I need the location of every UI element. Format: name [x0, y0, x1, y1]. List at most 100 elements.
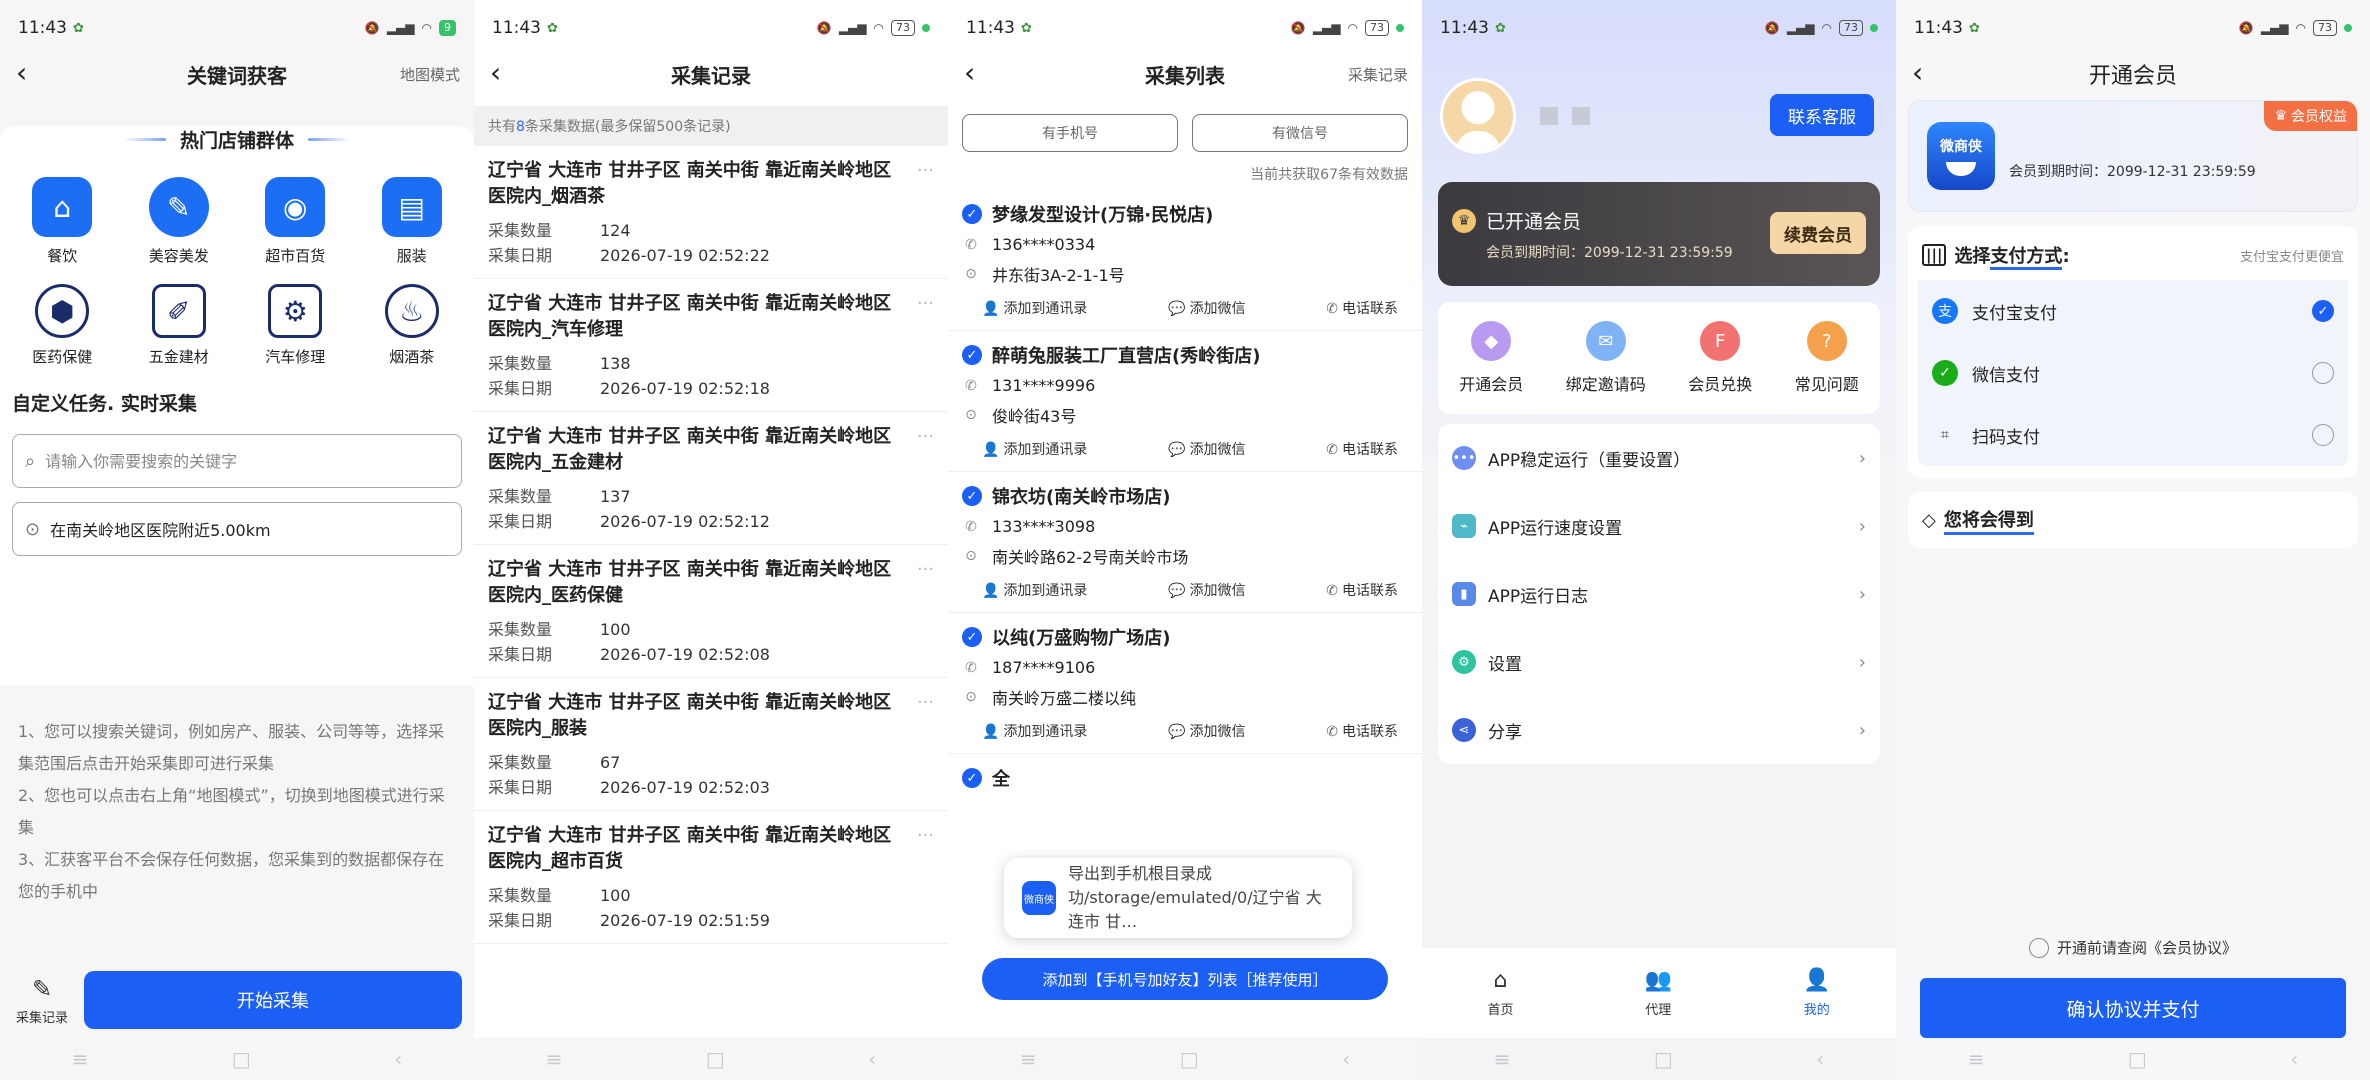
- add-contact-button[interactable]: 👤 添加到通讯录: [982, 580, 1087, 600]
- home-icon[interactable]: □: [232, 1047, 251, 1071]
- nav-header: ‹ 开通会员: [1896, 56, 2370, 92]
- add-wechat-button[interactable]: 💬 添加微信: [1168, 298, 1245, 318]
- more-icon[interactable]: ···: [917, 291, 934, 317]
- record-item[interactable]: 辽宁省 大连市 甘井子区 南关中街 靠近南关岭地区医院内_医药保健 ··· 采集数…: [474, 545, 948, 678]
- back-icon[interactable]: ‹: [964, 58, 975, 88]
- checkbox-checked[interactable]: ✓: [962, 345, 982, 365]
- radio-unselected[interactable]: [2312, 362, 2334, 384]
- record-item[interactable]: 辽宁省 大连市 甘井子区 南关中街 靠近南关岭地区医院内_超市百货 ··· 采集数…: [474, 811, 948, 944]
- menu-icon[interactable]: ≡: [1494, 1047, 1511, 1071]
- tab-mine[interactable]: 👤 我的: [1803, 968, 1830, 1018]
- agreement-row[interactable]: 开通前请查阅《会员协议》: [1896, 937, 2370, 958]
- menu-icon[interactable]: ≡: [72, 1047, 89, 1071]
- category-hardware[interactable]: ✐ 五金建材: [121, 284, 238, 367]
- home-icon[interactable]: □: [1180, 1047, 1199, 1071]
- contact-service-button[interactable]: 联系客服: [1770, 94, 1874, 136]
- category-clothing[interactable]: ▤ 服装: [354, 177, 471, 266]
- add-wechat-button[interactable]: 💬 添加微信: [1168, 580, 1245, 600]
- back-nav-icon[interactable]: ‹: [2290, 1047, 2298, 1071]
- pay-option-wechat[interactable]: ✓ 微信支付: [1918, 342, 2348, 404]
- category-supermarket[interactable]: ◉ 超市百货: [237, 177, 354, 266]
- checkbox-checked[interactable]: ✓: [962, 768, 982, 788]
- vip-rights-tag[interactable]: ♛ 会员权益: [2264, 101, 2357, 131]
- menu-icon[interactable]: ≡: [1968, 1047, 1985, 1071]
- add-contact-button[interactable]: 👤 添加到通讯录: [982, 298, 1087, 318]
- radio-unselected[interactable]: [2312, 424, 2334, 446]
- menu-icon[interactable]: ≡: [1020, 1047, 1037, 1071]
- filter-has-phone[interactable]: 有手机号: [962, 114, 1178, 152]
- add-contact-button[interactable]: 👤 添加到通讯录: [982, 721, 1087, 741]
- pay-option-scan[interactable]: ⌗ 扫码支付: [1918, 404, 2348, 466]
- nav-header: ‹ 采集列表 采集记录: [948, 56, 1422, 92]
- record-item[interactable]: 辽宁省 大连市 甘井子区 南关中街 靠近南关岭地区医院内_汽车修理 ··· 采集数…: [474, 279, 948, 412]
- call-button[interactable]: ✆ 电话联系: [1326, 580, 1398, 600]
- more-icon[interactable]: ···: [917, 158, 934, 184]
- checkbox-checked[interactable]: ✓: [962, 204, 982, 224]
- records-link[interactable]: 采集记录: [1348, 64, 1408, 85]
- more-icon[interactable]: ···: [917, 424, 934, 450]
- back-nav-icon[interactable]: ‹: [868, 1047, 876, 1071]
- add-wechat-button[interactable]: 💬 添加微信: [1168, 439, 1245, 459]
- renew-vip-button[interactable]: 续费会员: [1770, 212, 1866, 254]
- menu-icon[interactable]: ≡: [546, 1047, 563, 1071]
- back-nav-icon[interactable]: ‹: [1342, 1047, 1350, 1071]
- keyword-search-box[interactable]: ⌕: [12, 434, 462, 488]
- agreement-text[interactable]: 开通前请查阅《会员协议》: [2057, 937, 2237, 958]
- tab-home[interactable]: ⌂ 首页: [1488, 968, 1514, 1018]
- tab-agent[interactable]: 👥 代理: [1645, 968, 1672, 1018]
- quick-redeem[interactable]: F 会员兑换: [1688, 321, 1752, 395]
- add-wechat-button[interactable]: 💬 添加微信: [1168, 721, 1245, 741]
- menu-stable-run[interactable]: ••• APP稳定运行（重要设置） ›: [1438, 424, 1880, 492]
- call-button[interactable]: ✆ 电话联系: [1326, 298, 1398, 318]
- map-mode-link[interactable]: 地图模式: [400, 64, 460, 85]
- more-icon[interactable]: ···: [917, 690, 934, 716]
- menu-speed-settings[interactable]: ⌁ APP运行速度设置 ›: [1438, 492, 1880, 560]
- call-button[interactable]: ✆ 电话联系: [1326, 439, 1398, 459]
- record-item[interactable]: 辽宁省 大连市 甘井子区 南关中街 靠近南关岭地区医院内_烟酒茶 ··· 采集数量…: [474, 146, 948, 279]
- category-tobacco-tea[interactable]: ♨ 烟酒茶: [354, 284, 471, 367]
- home-icon[interactable]: □: [2128, 1047, 2147, 1071]
- checkbox-checked[interactable]: ✓: [962, 486, 982, 506]
- category-auto-repair[interactable]: ⚙ 汽车修理: [237, 284, 354, 367]
- more-icon[interactable]: ···: [917, 557, 934, 583]
- category-dining[interactable]: ⌂ 餐饮: [4, 177, 121, 266]
- filter-has-wechat[interactable]: 有微信号: [1192, 114, 1408, 152]
- record-item[interactable]: 辽宁省 大连市 甘井子区 南关中街 靠近南关岭地区医院内_服装 ··· 采集数量 6…: [474, 678, 948, 811]
- quick-faq[interactable]: ? 常见问题: [1795, 321, 1859, 395]
- back-icon[interactable]: ‹: [1912, 58, 1923, 88]
- records-button[interactable]: ✎ 采集记录: [12, 975, 72, 1026]
- quick-open-vip[interactable]: ◆ 开通会员: [1459, 321, 1523, 395]
- location-box[interactable]: ⊙ 在南关岭地区医院附近5.00km: [12, 502, 462, 556]
- home-icon[interactable]: □: [706, 1047, 725, 1071]
- category-medicine[interactable]: ⬢ 医药保健: [4, 284, 121, 367]
- menu-settings[interactable]: ⚙ 设置 ›: [1438, 628, 1880, 696]
- confirm-pay-button[interactable]: 确认协议并支付: [1920, 978, 2346, 1038]
- checkbox-checked[interactable]: ✓: [962, 627, 982, 647]
- status-icons: 🔕 ▂▄▆ ◠ 73: [2239, 20, 2352, 36]
- beauty-icon: ✎: [148, 177, 209, 237]
- back-icon[interactable]: ‹: [16, 58, 27, 88]
- location-pin-icon: ⊙: [965, 265, 977, 282]
- chevron-right-icon: ›: [1858, 447, 1866, 469]
- agreement-checkbox[interactable]: [2028, 937, 2049, 958]
- quick-bind-invite[interactable]: ✉ 绑定邀请码: [1566, 321, 1646, 395]
- pay-option-alipay[interactable]: 支支付宝支付 ✓: [1918, 280, 2348, 342]
- back-icon[interactable]: ‹: [490, 58, 501, 88]
- back-nav-icon[interactable]: ‹: [394, 1047, 402, 1071]
- more-icon[interactable]: ···: [917, 823, 934, 849]
- radio-selected[interactable]: ✓: [2312, 300, 2334, 322]
- record-item[interactable]: 辽宁省 大连市 甘井子区 南关中街 靠近南关岭地区医院内_五金建材 ··· 采集数…: [474, 412, 948, 545]
- back-nav-icon[interactable]: ‹: [1816, 1047, 1824, 1071]
- menu-run-log[interactable]: ▮ APP运行日志 ›: [1438, 560, 1880, 628]
- add-to-phone-friend-list-button[interactable]: 添加到【手机号加好友】列表［推荐使用］: [982, 958, 1388, 1000]
- category-label: 餐饮: [47, 247, 78, 265]
- add-contact-button[interactable]: 👤 添加到通讯录: [982, 439, 1087, 459]
- home-icon[interactable]: □: [1654, 1047, 1673, 1071]
- avatar[interactable]: [1440, 78, 1516, 154]
- call-button[interactable]: ✆ 电话联系: [1326, 721, 1398, 741]
- keyword-input[interactable]: [45, 451, 449, 471]
- menu-share[interactable]: ⋖ 分享 ›: [1438, 696, 1880, 764]
- category-beauty[interactable]: ✎ 美容美发: [121, 177, 238, 266]
- date-label: 采集日期: [488, 911, 553, 930]
- start-collect-button[interactable]: 开始采集: [84, 971, 462, 1029]
